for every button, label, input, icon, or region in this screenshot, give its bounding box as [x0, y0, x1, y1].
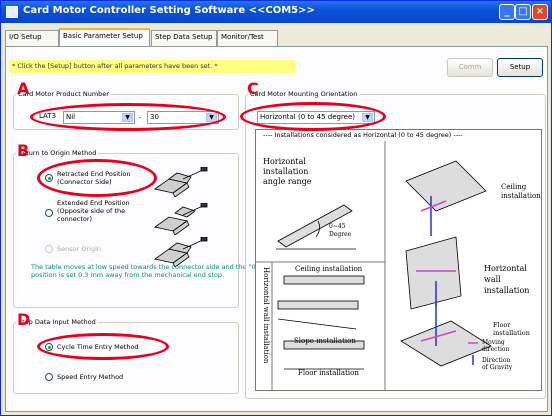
- setup-button[interactable]: Setup: [497, 58, 543, 77]
- floor-installation-label: Floor installation: [493, 321, 530, 337]
- highlight-oval-c: [240, 102, 386, 131]
- title-bar[interactable]: Card Motor Controller Setting Software <…: [1, 1, 551, 23]
- app-icon: [6, 6, 18, 18]
- close-button[interactable]: ×: [532, 4, 548, 20]
- tab-io-setup[interactable]: I/O Setup: [5, 30, 59, 46]
- origin-sensor-label: Sensor Origin: [57, 245, 101, 253]
- mounting-label: Card Motor Mounting Orientation: [248, 90, 360, 98]
- annotation-letter-d: D: [17, 310, 31, 329]
- highlight-oval-a: [30, 103, 226, 131]
- horizontal-wall-label: Horizontal wall installation: [484, 264, 530, 295]
- speed-entry-label: Speed Entry Method: [57, 373, 124, 381]
- origin-description: The table moves at low speed towards the…: [31, 263, 259, 279]
- tab-monitor-test[interactable]: Monitor/Test: [217, 30, 278, 46]
- annotation-letter-b: B: [17, 141, 30, 160]
- tab-step-data-setup[interactable]: Step Data Setup: [151, 30, 217, 46]
- actuator-retracted-image: [154, 167, 208, 197]
- highlight-oval-d: [37, 333, 169, 360]
- slope-installation-label: Slope installation: [294, 337, 356, 345]
- app-window: Card Motor Controller Setting Software <…: [0, 0, 552, 416]
- horizontal-range-label: Horizontal installation angle range: [263, 157, 312, 186]
- ceiling-installation-left-label: Ceiling installation: [295, 265, 363, 273]
- origin-extended-label: Extended End Position (Opposite side of …: [57, 199, 130, 223]
- origin-sensor-radio[interactable]: [45, 245, 53, 253]
- ceiling-installation-label: Ceiling installation: [501, 183, 541, 200]
- legend-gravity-direction: Direction of Gravity: [482, 357, 513, 371]
- origin-extended-radio[interactable]: [45, 209, 53, 217]
- product-number-label: Card Motor Product Number: [16, 90, 111, 98]
- tab-basic-parameter-setup[interactable]: Basic Parameter Setup: [59, 28, 150, 47]
- minimize-button[interactable]: _: [499, 4, 515, 20]
- window-title: Card Motor Controller Setting Software <…: [23, 5, 315, 16]
- speed-entry-radio[interactable]: [45, 373, 53, 381]
- floor-installation-left-label: Floor installation: [298, 369, 359, 377]
- diagram-caption: ---- Installations considered as Horizon…: [263, 131, 463, 139]
- annotation-letter-c: C: [247, 79, 259, 98]
- vertical-wall-label: Horizontal wall installation: [262, 267, 270, 364]
- angle-label: 0~45 Degree: [329, 223, 352, 238]
- legend-moving-direction: Moving direction: [482, 339, 510, 353]
- comm-button[interactable]: Comm: [447, 58, 493, 77]
- highlight-oval-b: [37, 159, 157, 197]
- setup-notice: * Click the [Setup] button after all par…: [9, 60, 296, 73]
- maximize-button[interactable]: □: [515, 4, 531, 20]
- annotation-letter-a: A: [17, 79, 30, 98]
- actuator-extended-image: [154, 203, 208, 235]
